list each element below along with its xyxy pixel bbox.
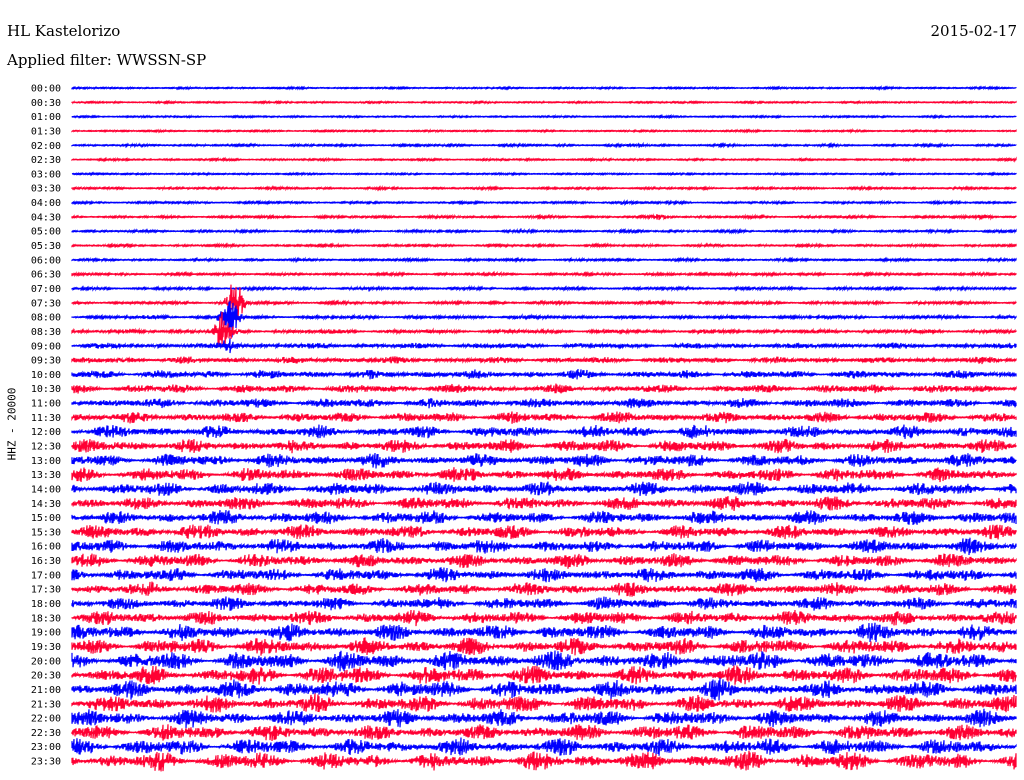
time-tick-label: 09:30 xyxy=(31,356,61,367)
time-tick-label: 14:30 xyxy=(31,499,61,510)
time-tick-label: 23:30 xyxy=(31,757,61,768)
trace-2030 xyxy=(71,665,1017,685)
trace-1900 xyxy=(71,622,1017,643)
trace-1130 xyxy=(71,411,1017,424)
time-tick-label: 20:00 xyxy=(31,656,61,667)
trace-0300 xyxy=(71,171,1017,177)
time-tick-label: 04:30 xyxy=(31,212,61,223)
time-tick-label: 22:00 xyxy=(31,714,61,725)
trace-1430 xyxy=(71,496,1017,511)
trace-0000 xyxy=(71,84,1017,92)
time-tick-label: 04:00 xyxy=(31,198,61,209)
time-tick-label: 03:30 xyxy=(31,184,61,195)
time-tick-label: 13:00 xyxy=(31,456,61,467)
time-tick-label: 00:00 xyxy=(31,84,61,95)
time-tick-label: 06:00 xyxy=(31,255,61,266)
trace-0330 xyxy=(71,184,1017,192)
time-tick-label: 14:00 xyxy=(31,484,61,495)
trace-0530 xyxy=(71,242,1017,250)
time-tick-label: 15:00 xyxy=(31,513,61,524)
time-tick-label: 09:00 xyxy=(31,341,61,352)
time-tick-label: 21:30 xyxy=(31,699,61,710)
time-tick-label: 03:00 xyxy=(31,169,61,180)
time-tick-label: 12:00 xyxy=(31,427,61,438)
trace-1200 xyxy=(71,424,1017,439)
time-tick-label: 06:30 xyxy=(31,270,61,281)
trace-1700 xyxy=(71,567,1017,583)
trace-0900 xyxy=(71,338,1017,354)
time-tick-label: 10:30 xyxy=(31,384,61,395)
trace-0630 xyxy=(71,270,1017,278)
trace-1630 xyxy=(71,553,1017,569)
time-tick-label: 08:00 xyxy=(31,313,61,324)
trace-1300 xyxy=(71,452,1017,469)
trace-1330 xyxy=(71,467,1017,483)
time-tick-label: 08:30 xyxy=(31,327,61,338)
trace-0400 xyxy=(71,199,1017,207)
trace-0600 xyxy=(71,256,1017,264)
trace-2300 xyxy=(71,737,1017,756)
time-tick-label: 11:30 xyxy=(31,413,61,424)
time-tick-label: 02:00 xyxy=(31,141,61,152)
trace-1930 xyxy=(71,637,1017,656)
trace-0130 xyxy=(71,127,1017,135)
trace-1000 xyxy=(71,368,1017,380)
time-tick-label: 23:00 xyxy=(31,742,61,753)
trace-1400 xyxy=(71,481,1017,496)
time-tick-label: 11:00 xyxy=(31,399,61,410)
time-tick-label: 19:30 xyxy=(31,642,61,653)
trace-1030 xyxy=(71,383,1017,394)
trace-1530 xyxy=(71,524,1017,540)
time-tick-label: 16:30 xyxy=(31,556,61,567)
time-tick-label: 02:30 xyxy=(31,155,61,166)
trace-1500 xyxy=(71,510,1017,525)
trace-1600 xyxy=(71,537,1017,556)
trace-0500 xyxy=(71,227,1017,235)
trace-0230 xyxy=(71,156,1017,163)
time-tick-label: 17:00 xyxy=(31,570,61,581)
time-tick-label: 07:00 xyxy=(31,284,61,295)
trace-1100 xyxy=(71,397,1017,409)
time-tick-label: 07:30 xyxy=(31,298,61,309)
time-tick-label: 12:30 xyxy=(31,442,61,453)
time-tick-label: 10:00 xyxy=(31,370,61,381)
trace-0930 xyxy=(71,356,1017,365)
trace-1730 xyxy=(71,581,1017,597)
time-tick-label: 17:30 xyxy=(31,585,61,596)
trace-0200 xyxy=(71,141,1017,149)
time-tick-label: 01:00 xyxy=(31,112,61,123)
time-tick-label: 18:30 xyxy=(31,613,61,624)
trace-2100 xyxy=(71,677,1017,701)
trace-2230 xyxy=(71,724,1017,742)
time-tick-label: 05:30 xyxy=(31,241,61,252)
time-tick-label: 22:30 xyxy=(31,728,61,739)
time-tick-label: 16:00 xyxy=(31,542,61,553)
time-tick-label: 01:30 xyxy=(31,126,61,137)
trace-0100 xyxy=(71,113,1017,120)
time-tick-label: 00:30 xyxy=(31,98,61,109)
time-tick-label: 19:00 xyxy=(31,628,61,639)
trace-0700 xyxy=(71,284,1017,293)
trace-1800 xyxy=(71,596,1017,611)
trace-2130 xyxy=(71,693,1017,713)
time-tick-label: 18:00 xyxy=(31,599,61,610)
time-tick-label: 20:30 xyxy=(31,671,61,682)
time-tick-label: 15:30 xyxy=(31,527,61,538)
time-tick-label: 21:00 xyxy=(31,685,61,696)
trace-2330 xyxy=(71,750,1017,772)
trace-1230 xyxy=(71,438,1017,454)
trace-2000 xyxy=(71,650,1017,672)
time-tick-label: 05:00 xyxy=(31,227,61,238)
time-tick-label: 13:30 xyxy=(31,470,61,481)
trace-0030 xyxy=(71,99,1017,105)
helicorder-plot: 00:00 00:30 01:00 01:30 02:00 02:30 03:00 03:30… xyxy=(31,84,1017,772)
trace-0430 xyxy=(71,213,1017,221)
